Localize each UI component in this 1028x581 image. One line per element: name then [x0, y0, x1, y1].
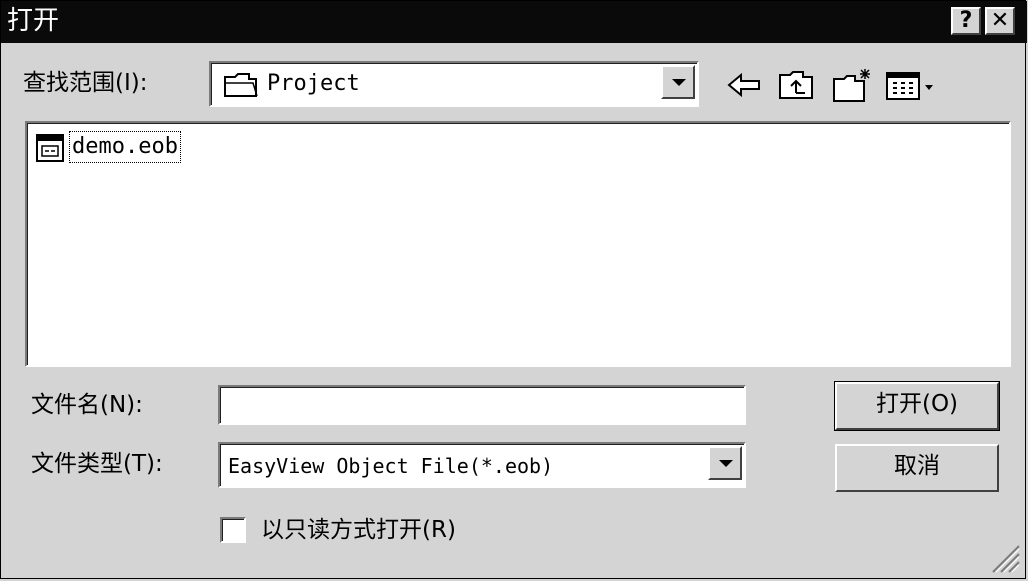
eob-file-icon [36, 134, 64, 162]
open-button[interactable]: 打开(O) [834, 381, 1000, 431]
window-title: 打开 [7, 6, 60, 36]
filetype-value: EasyView Object File(*.eob) [228, 454, 554, 478]
filetype-dropdown-button[interactable] [708, 446, 742, 480]
close-button[interactable]: ✕ [985, 7, 1015, 35]
close-icon: ✕ [990, 8, 1010, 33]
open-file-dialog: 打开 ? ✕ 查找范围(I): Project demo.eob 文件名(N):… [0, 0, 1027, 579]
help-button[interactable]: ? [951, 7, 981, 35]
up-folder-icon[interactable] [777, 67, 817, 103]
chevron-down-icon [672, 79, 686, 86]
view-menu-icon[interactable] [885, 67, 943, 103]
filetype-combobox[interactable]: EasyView Object File(*.eob) [218, 442, 746, 488]
new-folder-icon[interactable] [831, 67, 875, 103]
filename-label: 文件名(N): [31, 392, 143, 418]
filetype-label: 文件类型(T): [31, 451, 163, 477]
chevron-down-icon [719, 460, 733, 467]
readonly-label[interactable]: 以只读方式打开(R) [261, 516, 456, 544]
file-list[interactable]: demo.eob [25, 121, 1011, 367]
back-icon[interactable] [725, 67, 765, 103]
folder-icon [224, 73, 258, 97]
title-bar: 打开 ? ✕ [1, 1, 1027, 43]
resize-grip-icon[interactable] [987, 540, 1021, 574]
filename-input[interactable] [218, 385, 746, 425]
file-name: demo.eob [69, 131, 181, 163]
lookin-dropdown-button[interactable] [661, 65, 695, 99]
readonly-checkbox[interactable] [220, 517, 246, 543]
lookin-label: 查找范围(I): [23, 70, 148, 96]
cancel-button[interactable]: 取消 [835, 444, 999, 492]
lookin-value: Project [267, 71, 360, 96]
lookin-combobox[interactable]: Project [209, 61, 699, 107]
